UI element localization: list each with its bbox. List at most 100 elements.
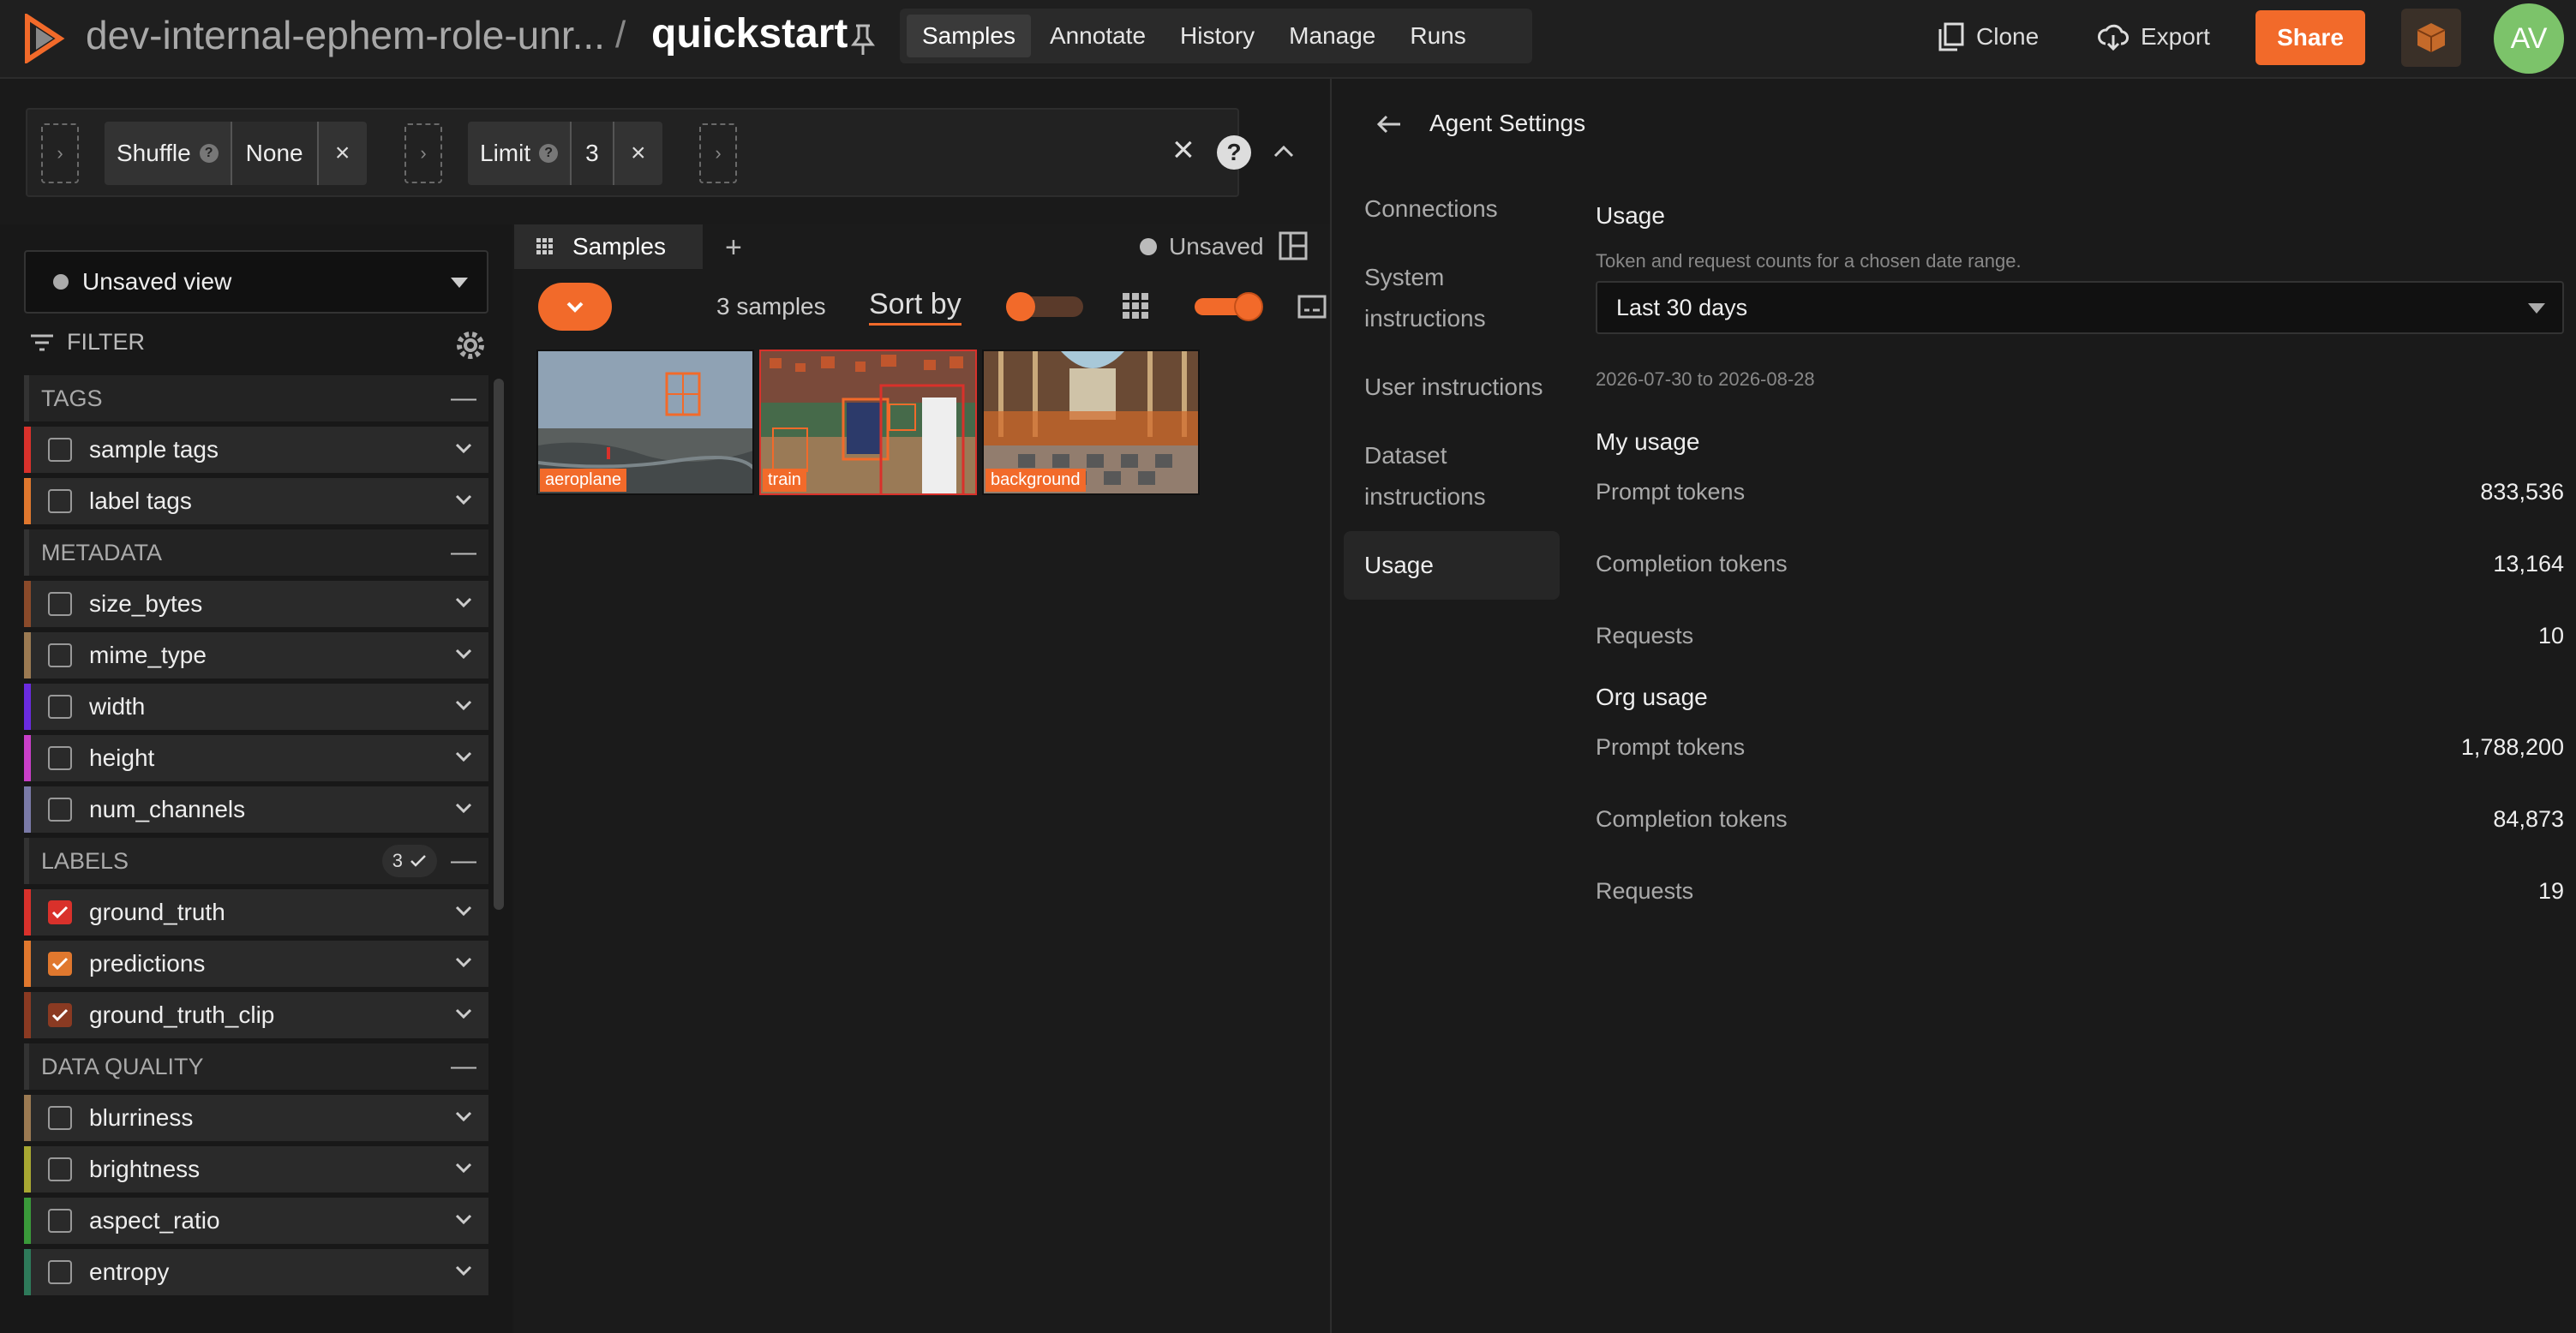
field-row-ground-truth-clip[interactable]: ground_truth_clip bbox=[24, 992, 488, 1038]
help-icon[interactable]: ? bbox=[539, 144, 559, 163]
field-row-ground-truth[interactable]: ground_truth bbox=[24, 889, 488, 935]
chevron-down-icon[interactable] bbox=[454, 699, 473, 711]
limit-stage[interactable]: Limit? 3 × bbox=[468, 122, 662, 185]
field-checkbox[interactable] bbox=[48, 438, 72, 462]
sort-by-button[interactable]: Sort by bbox=[869, 288, 962, 326]
label-count-badge[interactable]: 3 bbox=[381, 845, 437, 877]
tab-runs[interactable]: Runs bbox=[1394, 15, 1481, 57]
sample-thumbnail[interactable]: background bbox=[982, 350, 1200, 495]
cube-button[interactable] bbox=[2401, 9, 2461, 67]
field-checkbox[interactable] bbox=[48, 695, 72, 719]
shuffle-value[interactable]: None bbox=[230, 122, 319, 185]
group-header-labels[interactable]: LABELS 3— bbox=[24, 838, 488, 884]
field-checkbox[interactable] bbox=[48, 1209, 72, 1233]
nav-dataset-instructions[interactable]: Dataset instructions bbox=[1344, 421, 1560, 531]
app-logo-icon[interactable] bbox=[21, 14, 70, 63]
field-checkbox[interactable] bbox=[48, 489, 72, 513]
help-icon[interactable]: ? bbox=[199, 144, 219, 163]
chevron-down-icon[interactable] bbox=[454, 956, 473, 968]
nav-connections[interactable]: Connections bbox=[1344, 175, 1560, 243]
chevron-down-icon[interactable] bbox=[454, 1162, 473, 1174]
group-header-data-quality[interactable]: DATA QUALITY — bbox=[24, 1043, 488, 1090]
field-checkbox[interactable] bbox=[48, 900, 72, 924]
field-checkbox[interactable] bbox=[48, 1003, 72, 1027]
gear-icon[interactable] bbox=[454, 329, 487, 362]
help-icon[interactable]: ? bbox=[1217, 135, 1251, 170]
add-stage-slot[interactable]: › bbox=[41, 123, 79, 183]
collapse-group-icon[interactable]: — bbox=[451, 846, 476, 876]
share-button[interactable]: Share bbox=[2255, 10, 2365, 65]
field-checkbox[interactable] bbox=[48, 1157, 72, 1181]
collapse-group-icon[interactable]: — bbox=[451, 384, 476, 413]
chevron-down-icon[interactable] bbox=[454, 1007, 473, 1019]
tab-history[interactable]: History bbox=[1165, 15, 1270, 57]
field-checkbox[interactable] bbox=[48, 1260, 72, 1284]
grid-view-icon[interactable] bbox=[1123, 293, 1148, 319]
chevron-down-icon[interactable] bbox=[454, 493, 473, 505]
remove-limit-icon[interactable]: × bbox=[614, 122, 662, 185]
clear-stages-icon[interactable]: × bbox=[1172, 129, 1195, 171]
group-header-tags[interactable]: TAGS — bbox=[24, 375, 488, 421]
add-stage-slot[interactable]: › bbox=[404, 123, 442, 183]
caption-icon[interactable] bbox=[1297, 295, 1327, 319]
layout-icon[interactable] bbox=[1279, 231, 1308, 260]
dataset-name[interactable]: quickstart bbox=[651, 10, 848, 57]
field-row-entropy[interactable]: entropy bbox=[24, 1249, 488, 1295]
nav-usage[interactable]: Usage bbox=[1344, 531, 1560, 600]
field-checkbox[interactable] bbox=[48, 952, 72, 976]
view-selector[interactable]: Unsaved view bbox=[24, 250, 488, 314]
remove-shuffle-icon[interactable]: × bbox=[319, 122, 367, 185]
field-row-blurriness[interactable]: blurriness bbox=[24, 1095, 488, 1141]
field-row-size-bytes[interactable]: size_bytes bbox=[24, 581, 488, 627]
add-tab-icon[interactable]: + bbox=[725, 231, 742, 265]
dataset-name-prefix[interactable]: dev-internal-ephem-role-unr... bbox=[86, 12, 605, 58]
chevron-up-icon[interactable] bbox=[1267, 134, 1301, 168]
field-checkbox[interactable] bbox=[48, 798, 72, 822]
field-checkbox[interactable] bbox=[48, 643, 72, 667]
field-checkbox[interactable] bbox=[48, 746, 72, 770]
field-checkbox[interactable] bbox=[48, 1106, 72, 1130]
field-row-mime-type[interactable]: mime_type bbox=[24, 632, 488, 678]
samples-tab[interactable]: Samples bbox=[514, 224, 703, 269]
collapse-group-icon[interactable]: — bbox=[451, 1052, 476, 1081]
zoom-slider-knob[interactable] bbox=[1234, 292, 1263, 321]
sidebar-scrollbar[interactable] bbox=[494, 379, 504, 910]
zoom-slider[interactable] bbox=[1195, 292, 1263, 321]
nav-user-instructions[interactable]: User instructions bbox=[1344, 353, 1560, 421]
shuffle-stage[interactable]: Shuffle? None × bbox=[105, 122, 367, 185]
clone-button[interactable]: Clone bbox=[1938, 17, 2039, 57]
actions-dropdown-button[interactable] bbox=[538, 283, 612, 331]
chevron-down-icon[interactable] bbox=[454, 442, 473, 454]
tab-samples[interactable]: Samples bbox=[907, 15, 1031, 57]
field-row-brightness[interactable]: brightness bbox=[24, 1146, 488, 1193]
field-checkbox[interactable] bbox=[48, 592, 72, 616]
add-stage-slot[interactable]: › bbox=[699, 123, 737, 183]
field-row-label-tags[interactable]: label tags bbox=[24, 478, 488, 524]
toggle-switch[interactable] bbox=[1006, 292, 1083, 321]
field-row-width[interactable]: width bbox=[24, 684, 488, 730]
chevron-down-icon[interactable] bbox=[454, 648, 473, 660]
export-button[interactable]: Export bbox=[2098, 17, 2210, 57]
chevron-down-icon[interactable] bbox=[454, 596, 473, 608]
pin-icon[interactable] bbox=[848, 22, 878, 57]
tab-manage[interactable]: Manage bbox=[1273, 15, 1391, 57]
chevron-down-icon[interactable] bbox=[454, 750, 473, 762]
limit-value[interactable]: 3 bbox=[570, 122, 614, 185]
chevron-down-icon[interactable] bbox=[454, 1213, 473, 1225]
nav-system-instructions[interactable]: System instructions bbox=[1344, 243, 1560, 353]
chevron-down-icon[interactable] bbox=[454, 802, 473, 814]
field-row-num-channels[interactable]: num_channels bbox=[24, 786, 488, 833]
date-range-select[interactable]: Last 30 days bbox=[1596, 281, 2564, 334]
chevron-down-icon[interactable] bbox=[454, 1264, 473, 1276]
sample-thumbnail[interactable]: train bbox=[759, 350, 977, 495]
chevron-down-icon[interactable] bbox=[454, 905, 473, 917]
field-row-aspect-ratio[interactable]: aspect_ratio bbox=[24, 1198, 488, 1244]
field-row-predictions[interactable]: predictions bbox=[24, 941, 488, 987]
collapse-group-icon[interactable]: — bbox=[451, 538, 476, 567]
group-header-metadata[interactable]: METADATA — bbox=[24, 529, 488, 576]
sample-thumbnail[interactable]: aeroplane bbox=[536, 350, 754, 495]
chevron-down-icon[interactable] bbox=[454, 1110, 473, 1122]
field-row-height[interactable]: height bbox=[24, 735, 488, 781]
user-avatar[interactable]: AV bbox=[2494, 3, 2564, 74]
field-row-sample-tags[interactable]: sample tags bbox=[24, 427, 488, 473]
